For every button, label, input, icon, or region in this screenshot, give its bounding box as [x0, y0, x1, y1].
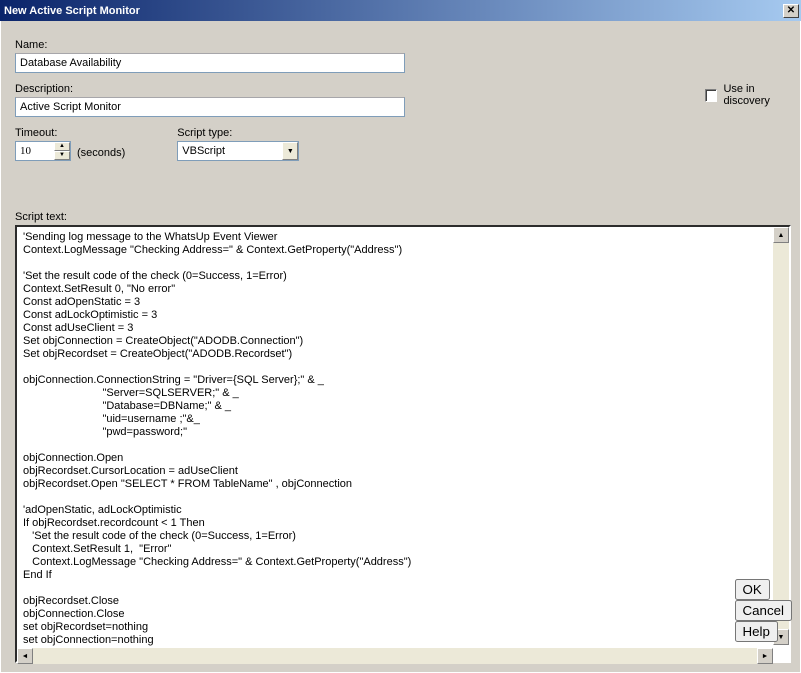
close-icon[interactable]: ✕ [783, 4, 799, 18]
hscroll-track[interactable] [33, 648, 757, 664]
help-button[interactable]: Help [735, 621, 778, 642]
chevron-down-icon[interactable]: ▼ [282, 142, 298, 160]
scroll-right-icon[interactable]: ► [757, 648, 773, 664]
seconds-label: (seconds) [77, 147, 125, 161]
cancel-button[interactable]: Cancel [735, 600, 793, 621]
horizontal-scrollbar[interactable]: ◄ ► [17, 648, 773, 664]
script-type-select[interactable]: VBScript ▼ [177, 141, 299, 161]
script-type-label: Script type: [177, 127, 299, 139]
use-discovery-checkbox[interactable] [705, 89, 717, 102]
name-input[interactable] [15, 53, 405, 73]
dialog-body: Name: Description: Timeout: ▲ ▼ (seco [0, 21, 801, 673]
title-bar: New Active Script Monitor ✕ [0, 0, 801, 21]
window-title: New Active Script Monitor [4, 5, 140, 17]
spin-up-icon[interactable]: ▲ [54, 142, 70, 151]
timeout-spinner[interactable]: ▲ ▼ [15, 141, 71, 161]
script-type-value: VBScript [182, 145, 225, 157]
scroll-left-icon[interactable]: ◄ [17, 648, 33, 664]
name-label: Name: [15, 39, 717, 51]
description-label: Description: [15, 83, 717, 95]
ok-button[interactable]: OK [735, 579, 770, 600]
script-text-area[interactable] [15, 225, 791, 663]
timeout-label: Timeout: [15, 127, 125, 139]
description-input[interactable] [15, 97, 405, 117]
spin-down-icon[interactable]: ▼ [54, 151, 70, 160]
scroll-up-icon[interactable]: ▲ [773, 227, 789, 243]
timeout-input[interactable] [16, 142, 54, 160]
script-text-label: Script text: [15, 211, 791, 223]
use-discovery-label: Use in discovery [723, 83, 800, 107]
